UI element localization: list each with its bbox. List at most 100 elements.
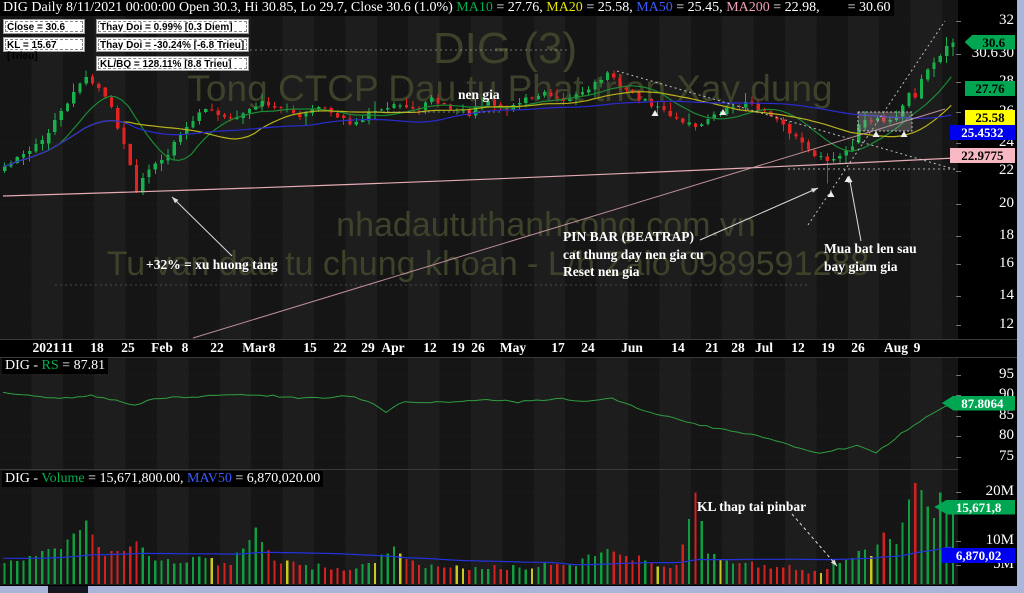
y-axis-tickmark: [956, 143, 961, 144]
y-axis-tickmark: [956, 236, 961, 237]
x-axis-label: Apr: [381, 340, 405, 355]
y-axis-tickmark: [956, 565, 961, 566]
axis-price-tag: 15,671,8: [934, 499, 1015, 515]
quote-box[interactable]: KL = 15.67 [Trieu]: [3, 37, 85, 62]
chart-annotation: +32% = xu huong tang: [146, 256, 278, 274]
x-axis-label: Jul: [754, 340, 774, 355]
chart-annotation: Mua bat len sau bay giam gia: [824, 240, 917, 275]
axis-price-tag: 22.9775: [949, 147, 1015, 163]
y-axis-label: 80: [999, 427, 1014, 443]
y-axis-tickmark: [956, 492, 961, 493]
y-axis-tickmark: [956, 54, 961, 55]
axis-price-tag: 27.76: [965, 80, 1015, 96]
x-axis-label: 28: [731, 340, 745, 355]
chart-annotation: nen gia: [458, 86, 500, 104]
y-axis-tickmark: [956, 264, 961, 265]
y-axis-label: 95: [999, 366, 1014, 382]
volume-bars-up: [3, 490, 954, 584]
chart-title-bar: DIG Daily 8/11/2021 00:00:00 Open 30.3, …: [0, 0, 894, 16]
x-axis-label: 26: [471, 340, 485, 355]
axis-price-tag: 25.58: [965, 109, 1015, 125]
y-axis-label: 10M: [985, 532, 1014, 548]
annotation-line: cat thung day nen gia cu: [563, 246, 704, 262]
quote-box[interactable]: Thay Doi = 0.99% [0.3 Diem]: [96, 19, 249, 34]
title-segment: MA10: [456, 0, 493, 15]
x-axis-label: 19: [451, 340, 465, 355]
annotation-arrow: [848, 175, 862, 242]
horizontal-scrollbar[interactable]: [0, 586, 1017, 593]
title-segment: MA200: [726, 0, 770, 15]
x-axis-label: 12: [423, 340, 437, 355]
axis-price-tag: 25.4532: [949, 124, 1015, 140]
axis-price-tag: 6,870,02: [942, 547, 1015, 563]
annotation-arrow: [699, 187, 819, 241]
quote-box[interactable]: Thay Doi = -30.24% [-6.8 Trieu]: [96, 37, 249, 52]
chart-annotation: PIN BAR (BEATRAP) cat thung day nen gia c…: [563, 228, 704, 281]
y-axis-label: 12: [999, 316, 1014, 332]
y-axis-tickmark: [956, 112, 961, 113]
rs-panel-header: DIG - RS = 87.81: [2, 358, 109, 374]
vol-header-segment: Volume: [41, 471, 85, 486]
y-axis-label: 14: [999, 287, 1014, 303]
buy-signal-arrow-icon: [827, 191, 835, 197]
x-axis-label: 17: [551, 340, 565, 355]
x-axis-label: 9: [913, 340, 921, 355]
title-segment: = 27.76,: [492, 0, 547, 15]
quote-box[interactable]: Close = 30.6: [3, 19, 85, 34]
annotation-line: Reset nen gia: [563, 264, 640, 279]
y-axis-label: 75: [999, 448, 1014, 464]
vertical-scrollbar[interactable]: [1017, 0, 1024, 593]
volume-panel-header: DIG - Volume = 15,671,800.00, MAV50 = 6,…: [2, 471, 324, 487]
selection-box[interactable]: [857, 111, 913, 132]
x-axis-label: 15: [303, 340, 317, 355]
x-axis-label: 11: [60, 340, 74, 355]
y-axis-tickmark: [956, 457, 961, 458]
vol-header-segment: = 6,870,020.00: [231, 471, 321, 486]
vol-header-segment: DIG -: [5, 471, 42, 486]
panel-separator: [0, 469, 958, 470]
x-axis-label: 22: [333, 340, 347, 355]
title-segment: = 22.98,: [769, 0, 820, 15]
arrowhead-icon: [811, 188, 818, 193]
x-axis-label: Jun: [621, 340, 643, 355]
annotation-line: Mua bat len sau: [824, 241, 917, 256]
x-axis: 2021 11 18 25 Feb 8 22 Mar 8 15 22 29 Apr 12 19 26 May 17…: [0, 339, 1017, 358]
y-axis-tickmark: [956, 375, 961, 376]
y-axis-tickmark: [956, 171, 961, 172]
x-axis-label: 24: [581, 340, 595, 355]
rs-indicator-line: [2, 391, 952, 454]
axis-price-tag: 30.6: [964, 34, 1015, 50]
title-segment: = 30.60: [819, 0, 891, 15]
y-axis-tickmark: [956, 416, 961, 417]
x-axis-label: May: [499, 340, 527, 355]
rs-header-segment: DIG -: [5, 358, 42, 373]
x-axis-label: 12: [791, 340, 805, 355]
x-axis-label: 14: [671, 340, 685, 355]
title-segment: MA50: [636, 0, 673, 15]
buy-signal-arrow-icon: [872, 131, 880, 137]
x-axis-label: 19: [821, 340, 835, 355]
quote-box[interactable]: KL/BQ = 128.11% [8.8 Trieu]: [96, 56, 249, 71]
y-axis-tickmark: [956, 82, 961, 83]
y-axis-label: 16: [999, 255, 1014, 271]
x-axis-label: 8: [268, 340, 276, 355]
y-axis-label: 20M: [985, 483, 1014, 499]
y-axis-label: 18: [999, 227, 1014, 243]
title-segment: = 25.58,: [582, 0, 637, 15]
x-axis-label: Mar: [242, 340, 268, 355]
y-axis-tickmark: [956, 21, 961, 22]
x-axis-label: Feb: [151, 340, 173, 355]
chart-window: DIG (3) Tong CTCP Dau tu Phat trien Xay d…: [0, 0, 1024, 593]
y-axis-tickmark: [956, 325, 961, 326]
x-axis-label: 29: [361, 340, 375, 355]
annotation-line: nen gia: [458, 87, 500, 102]
x-axis-label: 18: [90, 340, 104, 355]
y-axis-tickmark: [956, 204, 961, 205]
annotation-line: PIN BAR (BEATRAP): [563, 229, 694, 244]
scrollbar-thumb[interactable]: [48, 586, 88, 593]
annotation-line: bay giam gia: [824, 258, 898, 274]
y-axis-label: 22: [999, 162, 1014, 178]
axis-price-tag: 87.8064: [941, 395, 1015, 411]
rs-header-segment: = 87.81: [58, 358, 106, 373]
rs-header-segment: RS: [41, 358, 59, 373]
